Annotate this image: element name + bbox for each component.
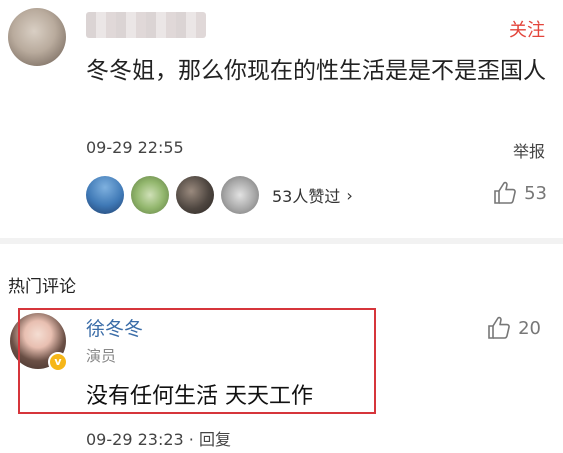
post-author-avatar[interactable] bbox=[8, 8, 66, 66]
post-like-count: 53 bbox=[524, 182, 547, 204]
thumbs-up-icon bbox=[494, 181, 516, 204]
chevron-right-icon: › bbox=[346, 185, 353, 205]
section-divider bbox=[0, 238, 563, 244]
post-text: 冬冬姐，那么你现在的性生活是是不是歪国人 bbox=[86, 58, 546, 84]
meta-separator: · bbox=[183, 430, 199, 449]
post-timestamp: 09-29 22:55 bbox=[86, 138, 184, 157]
reply-button[interactable]: 回复 bbox=[199, 430, 231, 449]
comment-like-count: 20 bbox=[518, 317, 541, 339]
follow-button[interactable]: 关注 bbox=[509, 16, 545, 42]
liker-avatar[interactable] bbox=[131, 176, 169, 214]
comment-text: 没有任何生活 天天工作 bbox=[86, 384, 313, 409]
liker-avatar[interactable] bbox=[176, 176, 214, 214]
liker-avatar[interactable] bbox=[221, 176, 259, 214]
post-author-name-blurred[interactable] bbox=[86, 12, 206, 38]
post-like-button[interactable]: 53 bbox=[492, 180, 547, 206]
comment-like-button[interactable]: 20 bbox=[486, 315, 541, 341]
likers-row[interactable]: 53人赞过 › bbox=[86, 175, 353, 215]
comment-timestamp: 09-29 23:23 bbox=[86, 430, 184, 449]
liker-avatar[interactable] bbox=[86, 176, 124, 214]
comment-author-name[interactable]: 徐冬冬 bbox=[86, 314, 143, 341]
hot-comments-title: 热门评论 bbox=[8, 277, 76, 297]
comment-meta: 09-29 23:23 · 回复 bbox=[86, 426, 231, 450]
likers-count-label[interactable]: 53人赞过 bbox=[272, 183, 340, 207]
comment-author-role: 演员 bbox=[86, 347, 117, 365]
report-button[interactable]: 举报 bbox=[513, 138, 545, 162]
thumbs-up-icon bbox=[488, 316, 510, 339]
